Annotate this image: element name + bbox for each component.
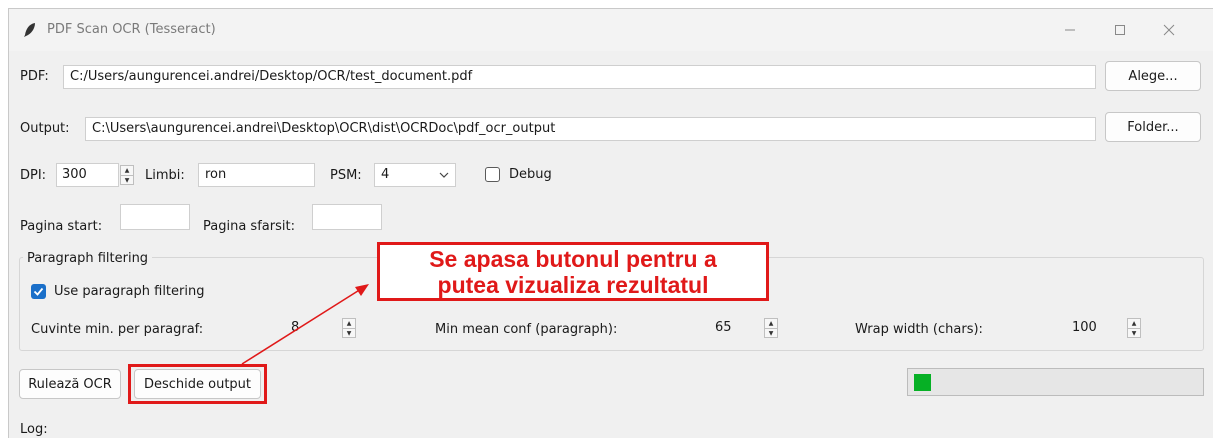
spin-up-icon[interactable]: ▲ — [121, 166, 133, 176]
annotation-line-2: putea vizualiza rezultatul — [437, 272, 709, 298]
spin-up-icon[interactable]: ▲ — [1128, 319, 1140, 329]
debug-checkbox[interactable] — [485, 167, 500, 182]
use-paragraph-filtering-label: Use paragraph filtering — [54, 284, 205, 299]
min-words-spinbox[interactable]: 8 — [285, 317, 339, 341]
log-label: Log: — [20, 422, 48, 437]
pdf-label: PDF: — [20, 69, 49, 84]
chevron-down-icon — [439, 172, 449, 178]
maximize-icon — [1115, 25, 1125, 35]
spin-down-icon[interactable]: ▼ — [343, 329, 355, 338]
wrap-width-spin-arrows[interactable]: ▲ ▼ — [1127, 318, 1141, 338]
debug-label: Debug — [509, 167, 552, 182]
close-button[interactable] — [1148, 15, 1190, 45]
page-end-label: Pagina sfarsit: — [203, 219, 295, 234]
run-ocr-button[interactable]: Rulează OCR — [19, 369, 121, 399]
limbi-label: Limbi: — [145, 168, 185, 183]
limbi-input[interactable]: ron — [198, 163, 315, 187]
pdf-path-input[interactable]: C:/Users/aungurencei.andrei/Desktop/OCR/… — [63, 65, 1096, 89]
use-paragraph-filtering-checkbox[interactable] — [31, 284, 46, 299]
page-end-input[interactable] — [312, 204, 382, 230]
min-conf-spinbox[interactable]: 65 — [709, 317, 761, 341]
minimize-button[interactable] — [1049, 15, 1091, 45]
annotation-highlight-box — [128, 364, 267, 404]
min-words-label: Cuvinte min. per paragraf: — [31, 322, 204, 337]
choose-pdf-button[interactable]: Alege... — [1105, 61, 1201, 91]
psm-label: PSM: — [330, 168, 362, 183]
annotation-callout: Se apasa butonul pentru a putea vizualiz… — [377, 242, 769, 301]
maximize-button[interactable] — [1099, 15, 1141, 45]
close-icon — [1163, 24, 1175, 36]
progress-fill — [914, 374, 931, 391]
title-bar: PDF Scan OCR (Tesseract) — [9, 9, 1213, 51]
page-start-label: Pagina start: — [20, 219, 103, 234]
dpi-value: 300 — [62, 167, 87, 182]
spin-down-icon[interactable]: ▼ — [765, 329, 777, 338]
spin-up-icon[interactable]: ▲ — [343, 319, 355, 329]
psm-select[interactable]: 4 — [374, 163, 456, 187]
output-path-input[interactable]: C:\Users\aungurencei.andrei\Desktop\OCR\… — [85, 117, 1096, 141]
min-conf-label: Min mean conf (paragraph): — [435, 322, 618, 337]
annotation-line-1: Se apasa butonul pentru a — [429, 246, 717, 272]
checkmark-icon — [33, 287, 44, 296]
wrap-width-label: Wrap width (chars): — [855, 322, 983, 337]
spin-down-icon[interactable]: ▼ — [1128, 329, 1140, 338]
dpi-label: DPI: — [20, 168, 47, 183]
choose-folder-button[interactable]: Folder... — [1105, 112, 1201, 142]
wrap-width-spinbox[interactable]: 100 — [1066, 317, 1122, 341]
window-title: PDF Scan OCR (Tesseract) — [47, 22, 216, 37]
page-start-input[interactable] — [120, 204, 190, 230]
spin-up-icon[interactable]: ▲ — [765, 319, 777, 329]
group-title: Paragraph filtering — [23, 251, 153, 266]
dpi-spin-arrows[interactable]: ▲ ▼ — [120, 165, 134, 185]
psm-value: 4 — [381, 167, 390, 182]
minimize-icon — [1065, 29, 1075, 31]
app-window: PDF Scan OCR (Tesseract) PDF: C:/Users/a… — [8, 8, 1213, 438]
min-conf-spin-arrows[interactable]: ▲ ▼ — [764, 318, 778, 338]
min-words-spin-arrows[interactable]: ▲ ▼ — [342, 318, 356, 338]
output-label: Output: — [20, 121, 70, 136]
spin-down-icon[interactable]: ▼ — [121, 176, 133, 185]
progress-bar — [907, 368, 1204, 396]
dpi-spinbox[interactable]: 300 — [56, 163, 119, 187]
feather-icon — [24, 23, 35, 37]
